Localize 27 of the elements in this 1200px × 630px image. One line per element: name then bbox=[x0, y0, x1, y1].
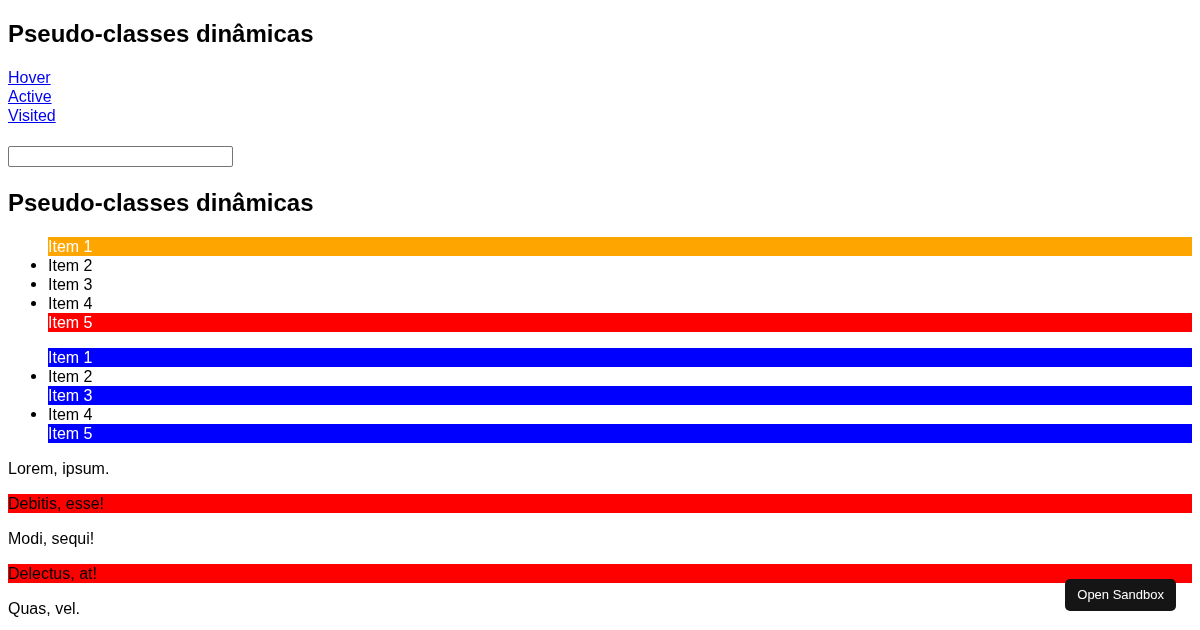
page-heading: Pseudo-classes dinâmicas bbox=[8, 20, 315, 48]
highlighted-list-item: Item 5 bbox=[48, 424, 1192, 443]
highlighted-paragraph: Delectus, at! bbox=[8, 564, 1192, 583]
paragraph: Lorem, ipsum. bbox=[8, 459, 111, 478]
paragraph: Quas, vel. bbox=[8, 599, 82, 618]
highlighted-paragraph: Debitis, esse! bbox=[8, 494, 1192, 513]
list-item: Item 4 bbox=[48, 405, 94, 424]
text-link[interactable]: Visited bbox=[8, 105, 56, 125]
open-sandbox-button[interactable]: Open Sandbox bbox=[1065, 579, 1176, 611]
text-link[interactable]: Active bbox=[8, 86, 52, 106]
bullet-icon bbox=[31, 412, 36, 417]
text-input[interactable] bbox=[8, 146, 233, 167]
paragraph: Modi, sequi! bbox=[8, 529, 96, 548]
text-link[interactable]: Hover bbox=[8, 67, 51, 87]
highlighted-list-item: Item 1 bbox=[48, 348, 1192, 367]
list-item: Item 2 bbox=[48, 256, 94, 275]
bullet-icon bbox=[31, 301, 36, 306]
bullet-icon bbox=[31, 374, 36, 379]
list-item: Item 2 bbox=[48, 367, 94, 386]
section-heading: Pseudo-classes dinâmicas bbox=[8, 189, 315, 217]
list-item: Item 3 bbox=[48, 275, 94, 294]
bullet-icon bbox=[31, 263, 36, 268]
list-item: Item 4 bbox=[48, 294, 94, 313]
highlighted-list-item: Item 3 bbox=[48, 386, 1192, 405]
highlighted-list-item: Item 5 bbox=[48, 313, 1192, 332]
highlighted-list-item: Item 1 bbox=[48, 237, 1192, 256]
bullet-icon bbox=[31, 282, 36, 287]
